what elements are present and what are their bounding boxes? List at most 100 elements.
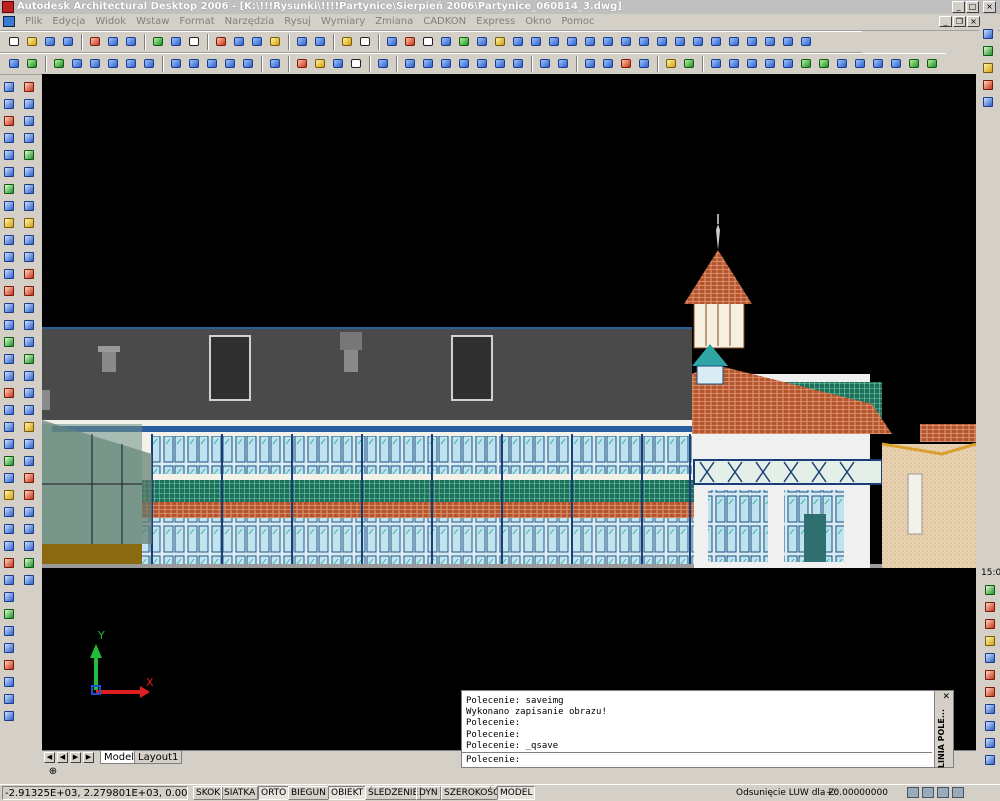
tool-icon[interactable] (982, 582, 999, 599)
tray-settings-icon[interactable] (922, 787, 934, 798)
menu-widok[interactable]: Widok (90, 14, 131, 30)
tool-icon[interactable] (1, 674, 18, 691)
toolbar-tool-icon[interactable] (582, 56, 599, 72)
toolbar-tool-icon[interactable] (249, 34, 266, 50)
toolbar-tool-icon[interactable] (402, 34, 419, 50)
tool-icon[interactable] (21, 130, 38, 147)
tool-icon[interactable] (1, 453, 18, 470)
toolbar-tool-icon[interactable] (141, 56, 158, 72)
toolbar-tool-icon[interactable] (438, 34, 455, 50)
toolbar-tool-icon[interactable] (474, 56, 491, 72)
toolbar-tool-icon[interactable] (708, 56, 725, 72)
tool-icon[interactable] (21, 181, 38, 198)
tab-next-button[interactable]: ▶ (70, 752, 81, 763)
toolbar-tool-icon[interactable] (222, 56, 239, 72)
tool-icon[interactable] (21, 164, 38, 181)
toolbar-tool-icon[interactable] (213, 34, 230, 50)
toolbar-tool-icon[interactable] (528, 34, 545, 50)
tool-icon[interactable] (1, 657, 18, 674)
toolbar-tool-icon[interactable] (762, 34, 779, 50)
status-toggle-biegun[interactable]: BIEGUN (288, 786, 329, 800)
toolbar-tool-icon[interactable] (69, 56, 86, 72)
tool-icon[interactable] (21, 470, 38, 487)
toolbar-tool-icon[interactable] (150, 34, 167, 50)
toolbar-tool-icon[interactable] (168, 34, 185, 50)
tool-icon[interactable] (1, 215, 18, 232)
tool-icon[interactable] (21, 334, 38, 351)
minimize-button[interactable]: _ (952, 1, 965, 13)
communication-icon[interactable] (937, 787, 949, 798)
toolbar-tool-icon[interactable] (510, 56, 527, 72)
toolbar-tool-icon[interactable] (186, 34, 203, 50)
doc-minimize-button[interactable]: _ (939, 16, 952, 27)
tool-icon[interactable] (1, 385, 18, 402)
tool-icon[interactable] (1, 181, 18, 198)
toolbar-tool-icon[interactable] (582, 34, 599, 50)
luw-value[interactable]: +0.00000000 (826, 786, 896, 800)
tool-icon[interactable] (982, 650, 999, 667)
toolbar-tool-icon[interactable] (636, 56, 653, 72)
toolbar-tool-icon[interactable] (60, 34, 77, 50)
menu-narz-dzia[interactable]: Narzędzia (220, 14, 280, 30)
tool-icon[interactable] (1, 249, 18, 266)
lock-icon[interactable] (907, 787, 919, 798)
clean-screen-icon[interactable] (952, 787, 964, 798)
toolbar-tool-icon[interactable] (834, 56, 851, 72)
tool-icon[interactable] (21, 113, 38, 130)
tool-icon[interactable] (1, 538, 18, 555)
tool-icon[interactable] (21, 385, 38, 402)
tool-icon[interactable] (21, 198, 38, 215)
toolbar-tool-icon[interactable] (231, 34, 248, 50)
toolbar-tool-icon[interactable] (267, 34, 284, 50)
toolbar-tool-icon[interactable] (906, 56, 923, 72)
tool-icon[interactable] (980, 60, 997, 77)
toolbar-tool-icon[interactable] (204, 56, 221, 72)
toolbar-tool-icon[interactable] (555, 56, 572, 72)
tool-icon[interactable] (21, 79, 38, 96)
toolbar-tool-icon[interactable] (6, 56, 23, 72)
toolbar-tool-icon[interactable] (744, 56, 761, 72)
toolbar-tool-icon[interactable] (420, 34, 437, 50)
status-toggle-szeroko-[interactable]: SZEROKOŚĆ (441, 786, 503, 800)
tool-icon[interactable] (21, 300, 38, 317)
toolbar-tool-icon[interactable] (384, 34, 401, 50)
tool-icon[interactable] (21, 555, 38, 572)
tool-icon[interactable] (21, 572, 38, 589)
menu-pomoc[interactable]: Pomoc (556, 14, 599, 30)
tool-icon[interactable] (1, 113, 18, 130)
tool-icon[interactable] (982, 667, 999, 684)
toolbar-tool-icon[interactable] (438, 56, 455, 72)
toolbar-tool-icon[interactable] (474, 34, 491, 50)
tool-icon[interactable] (1, 572, 18, 589)
toolbar-tool-icon[interactable] (492, 56, 509, 72)
maximize-button[interactable]: □ (966, 1, 979, 13)
tool-icon[interactable] (982, 684, 999, 701)
tool-icon[interactable] (1, 198, 18, 215)
tool-icon[interactable] (21, 419, 38, 436)
toolbar-tool-icon[interactable] (924, 56, 941, 72)
tab-prev-button[interactable]: ◀ (57, 752, 68, 763)
toolbar-tool-icon[interactable] (6, 34, 23, 50)
tool-icon[interactable] (21, 487, 38, 504)
tool-icon[interactable] (21, 538, 38, 555)
toolbar-tool-icon[interactable] (510, 34, 527, 50)
tool-icon[interactable] (1, 351, 18, 368)
tool-icon[interactable] (21, 283, 38, 300)
toolbar-tool-icon[interactable] (726, 34, 743, 50)
close-icon[interactable]: ✕ (942, 692, 950, 702)
tool-icon[interactable] (1, 283, 18, 300)
tool-icon[interactable] (1, 300, 18, 317)
menu-okno[interactable]: Okno (520, 14, 556, 30)
toolbar-tool-icon[interactable] (681, 56, 698, 72)
tool-icon[interactable] (1, 504, 18, 521)
menu-plik[interactable]: Plik (20, 14, 47, 30)
tool-icon[interactable] (982, 599, 999, 616)
tool-icon[interactable] (1, 164, 18, 181)
toolbar-tool-icon[interactable] (654, 34, 671, 50)
toolbar-tool-icon[interactable] (852, 56, 869, 72)
toolbar-tool-icon[interactable] (420, 56, 437, 72)
status-toggle-siatka[interactable]: SIATKA (221, 786, 259, 800)
status-toggle-obiekt[interactable]: OBIEKT (328, 786, 367, 800)
toolbar-tool-icon[interactable] (240, 56, 257, 72)
tool-icon[interactable] (982, 616, 999, 633)
